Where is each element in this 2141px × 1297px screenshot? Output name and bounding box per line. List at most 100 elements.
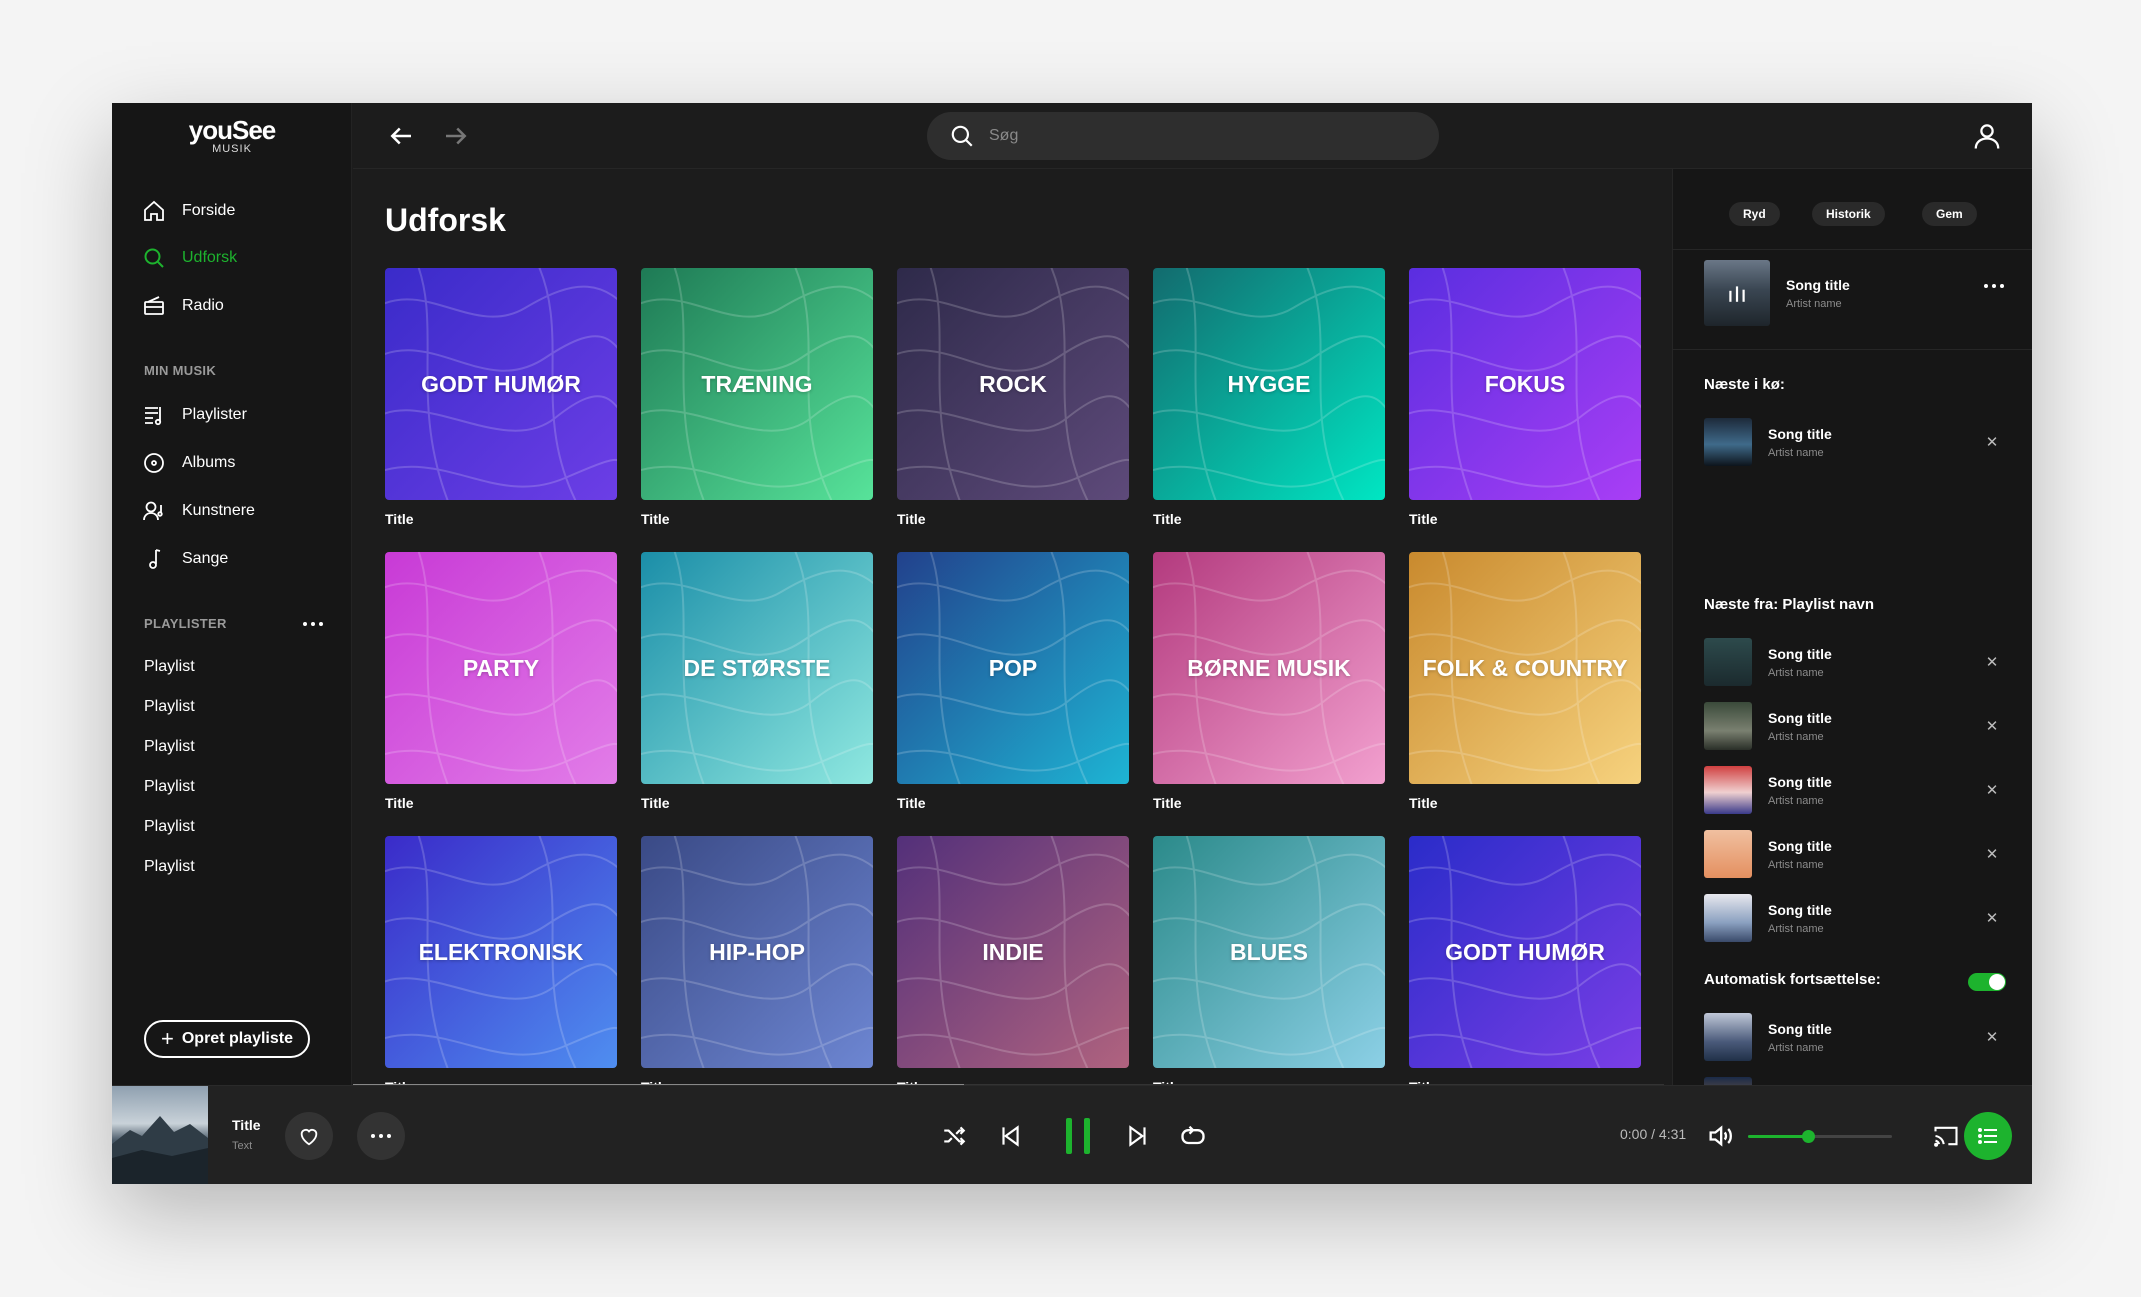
category-art[interactable]: POP (897, 552, 1129, 784)
queue-row[interactable]: Song titleArtist name✕ (1704, 1012, 2004, 1062)
volume-button[interactable] (1704, 1120, 1736, 1152)
back-arrow-icon[interactable] (386, 121, 416, 151)
sidebar-item-udforsk[interactable]: Udforsk (142, 243, 237, 273)
forward-arrow-icon[interactable] (441, 121, 471, 151)
repeat-button[interactable] (1177, 1120, 1209, 1152)
queue-row[interactable]: Song titleArtist name✕ (1704, 893, 2004, 943)
sidebar-item-radio[interactable]: Radio (142, 291, 224, 321)
like-button[interactable] (285, 1112, 333, 1160)
queue-row[interactable]: Song titleArtist name✕ (1704, 417, 2004, 467)
queue-button[interactable] (1964, 1112, 2012, 1160)
create-playlist-button[interactable]: + Opret playliste (144, 1020, 310, 1058)
artist-icon (143, 501, 163, 521)
category-art[interactable]: FOLK & COUNTRY (1409, 552, 1641, 784)
playlists-more-button[interactable] (296, 607, 330, 641)
remove-icon[interactable]: ✕ (1980, 778, 2004, 802)
category-caption[interactable]: Title (897, 511, 1129, 527)
song-title: Song title (1768, 425, 1832, 442)
now-playing-row[interactable]: Song title Artist name (1704, 260, 2004, 326)
queue-row[interactable]: Song titleArtist name✕ (1704, 701, 2004, 751)
category-art[interactable]: INDIE (897, 836, 1129, 1068)
sidebar-item-forside[interactable]: Forside (142, 196, 235, 226)
category-tile[interactable]: HYGGE Title (1153, 268, 1385, 527)
player-more-button[interactable] (357, 1112, 405, 1160)
remove-icon[interactable]: ✕ (1980, 650, 2004, 674)
category-art[interactable]: DE STØRSTE (641, 552, 873, 784)
search-input[interactable] (989, 127, 1409, 145)
category-art[interactable]: HIP-HOP (641, 836, 873, 1068)
category-art[interactable]: FOKUS (1409, 268, 1641, 500)
category-tile[interactable]: POP Title (897, 552, 1129, 811)
queue-row[interactable]: Song titleArtist name✕ (1704, 829, 2004, 879)
user-icon[interactable] (1972, 121, 2002, 151)
category-tile[interactable]: HIP-HOPTitle (641, 836, 873, 1084)
category-caption[interactable]: Title (1153, 511, 1385, 527)
category-art[interactable]: ELEKTRONISK (385, 836, 617, 1068)
category-tile[interactable]: ROCK Title (897, 268, 1129, 527)
remove-icon[interactable]: ✕ (1980, 1025, 2004, 1049)
queue-row[interactable]: Song titleArtist name✕ (1704, 1076, 2004, 1085)
shuffle-button[interactable] (938, 1120, 970, 1152)
category-caption[interactable]: Title (1409, 795, 1641, 811)
category-art[interactable]: BLUES (1153, 836, 1385, 1068)
category-art[interactable]: ROCK (897, 268, 1129, 500)
sidebar-playlist[interactable]: Playlist (144, 738, 195, 756)
pause-button[interactable] (1054, 1112, 1102, 1160)
queue-row[interactable]: Song titleArtist name✕ (1704, 765, 2004, 815)
clear-button[interactable]: Ryd (1729, 202, 1780, 226)
category-tile[interactable]: BLUESTitle (1153, 836, 1385, 1084)
sidebar-item-playlister[interactable]: Playlister (142, 400, 247, 430)
category-caption[interactable]: Title (1153, 795, 1385, 811)
next-button[interactable] (1122, 1120, 1154, 1152)
category-tile[interactable]: BØRNE MUSIK Title (1153, 552, 1385, 811)
category-tile[interactable]: FOLK & COUNTRY Title (1409, 552, 1641, 811)
sidebar-playlist[interactable]: Playlist (144, 818, 195, 836)
album-art[interactable] (112, 1086, 208, 1184)
sidebar-item-albums[interactable]: Albums (142, 448, 235, 478)
sidebar-playlist[interactable]: Playlist (144, 658, 195, 676)
category-tile[interactable]: GODT HUMØRTitle (1409, 836, 1641, 1084)
category-art[interactable]: PARTY (385, 552, 617, 784)
sidebar-playlist[interactable]: Playlist (144, 858, 195, 876)
category-tile[interactable]: TRÆNING Title (641, 268, 873, 527)
queue-row[interactable]: Song titleArtist name✕ (1704, 637, 2004, 687)
category-tile[interactable]: DE STØRSTE Title (641, 552, 873, 811)
remove-icon[interactable]: ✕ (1980, 430, 2004, 454)
sidebar-item-kunstnere[interactable]: Kunstnere (142, 496, 255, 526)
remove-icon[interactable]: ✕ (1980, 842, 2004, 866)
previous-button[interactable] (994, 1120, 1026, 1152)
category-name: BLUES (1230, 938, 1308, 965)
cast-button[interactable] (1930, 1120, 1962, 1152)
category-tile[interactable]: PARTY Title (385, 552, 617, 811)
sidebar-playlist[interactable]: Playlist (144, 698, 195, 716)
volume-knob[interactable] (1802, 1130, 1816, 1143)
category-tile[interactable]: GODT HUMØR Title (385, 268, 617, 527)
category-art[interactable]: HYGGE (1153, 268, 1385, 500)
logo[interactable]: youSee MUSIK (112, 117, 352, 155)
category-tile[interactable]: ELEKTRONISKTitle (385, 836, 617, 1084)
category-caption[interactable]: Title (897, 795, 1129, 811)
category-caption[interactable]: Title (1409, 511, 1641, 527)
autoplay-toggle[interactable] (1968, 973, 2006, 991)
category-caption[interactable]: Title (641, 511, 873, 527)
category-art[interactable]: GODT HUMØR (1409, 836, 1641, 1068)
player-track-title[interactable]: Title (232, 1117, 261, 1133)
sidebar-item-sange[interactable]: Sange (142, 544, 228, 574)
remove-icon[interactable]: ✕ (1980, 714, 2004, 738)
search-bar[interactable] (927, 112, 1439, 160)
more-options-icon[interactable] (1984, 284, 2004, 288)
category-art[interactable]: BØRNE MUSIK (1153, 552, 1385, 784)
category-tile[interactable]: INDIETitle (897, 836, 1129, 1084)
category-art[interactable]: GODT HUMØR (385, 268, 617, 500)
remove-icon[interactable]: ✕ (1980, 906, 2004, 930)
category-caption[interactable]: Title (641, 795, 873, 811)
save-button[interactable]: Gem (1922, 202, 1977, 226)
category-tile[interactable]: FOKUS Title (1409, 268, 1641, 527)
history-button[interactable]: Historik (1812, 202, 1885, 226)
volume-slider[interactable] (1748, 1130, 1892, 1143)
sidebar-playlist[interactable]: Playlist (144, 778, 195, 796)
player-track-artist[interactable]: Text (232, 1140, 252, 1152)
category-caption[interactable]: Title (385, 795, 617, 811)
category-art[interactable]: TRÆNING (641, 268, 873, 500)
category-caption[interactable]: Title (385, 511, 617, 527)
